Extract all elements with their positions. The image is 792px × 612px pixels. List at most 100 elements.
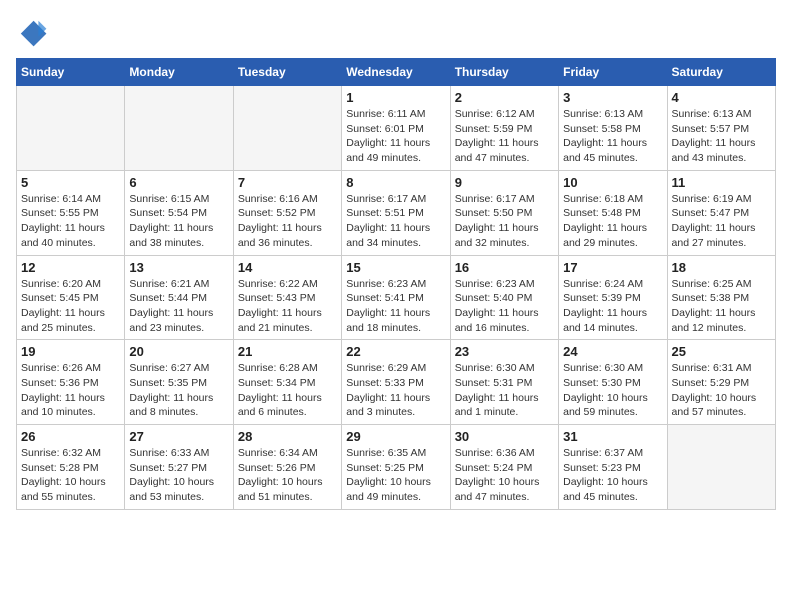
calendar-cell xyxy=(667,425,775,510)
day-number: 14 xyxy=(238,260,337,275)
day-info: Sunrise: 6:12 AM Sunset: 5:59 PM Dayligh… xyxy=(455,107,554,166)
day-number: 24 xyxy=(563,344,662,359)
day-number: 13 xyxy=(129,260,228,275)
day-number: 12 xyxy=(21,260,120,275)
day-number: 10 xyxy=(563,175,662,190)
calendar-cell: 5 Sunrise: 6:14 AM Sunset: 5:55 PM Daylig… xyxy=(17,170,125,255)
day-number: 29 xyxy=(346,429,445,444)
calendar-cell: 25Sunrise: 6:31 AM Sunset: 5:29 PM Dayli… xyxy=(667,340,775,425)
calendar-cell: 1 Sunrise: 6:11 AM Sunset: 6:01 PM Daylig… xyxy=(342,86,450,171)
calendar-week-row: 19 Sunrise: 6:26 AM Sunset: 5:36 PM Dayli… xyxy=(17,340,776,425)
calendar-cell: 10 Sunrise: 6:18 AM Sunset: 5:48 PM Dayli… xyxy=(559,170,667,255)
calendar-cell: 30 Sunrise: 6:36 AM Sunset: 5:24 PM Dayli… xyxy=(450,425,558,510)
day-number: 25 xyxy=(672,344,771,359)
day-info: Sunrise: 6:18 AM Sunset: 5:48 PM Dayligh… xyxy=(563,192,662,251)
day-number: 8 xyxy=(346,175,445,190)
day-info: Sunrise: 6:27 AM Sunset: 5:35 PM Dayligh… xyxy=(129,361,228,420)
day-number: 28 xyxy=(238,429,337,444)
calendar-cell: 12 Sunrise: 6:20 AM Sunset: 5:45 PM Dayli… xyxy=(17,255,125,340)
calendar-cell: 7 Sunrise: 6:16 AM Sunset: 5:52 PM Daylig… xyxy=(233,170,341,255)
day-info: Sunrise: 6:13 AM Sunset: 5:57 PM Dayligh… xyxy=(672,107,771,166)
page-header xyxy=(16,16,776,48)
day-info: Sunrise: 6:37 AM Sunset: 5:23 PM Dayligh… xyxy=(563,446,662,505)
weekday-header: Wednesday xyxy=(342,59,450,86)
day-info: Sunrise: 6:30 AM Sunset: 5:30 PM Dayligh… xyxy=(563,361,662,420)
weekday-header: Saturday xyxy=(667,59,775,86)
day-number: 2 xyxy=(455,90,554,105)
calendar-cell: 2 Sunrise: 6:12 AM Sunset: 5:59 PM Daylig… xyxy=(450,86,558,171)
weekday-header: Monday xyxy=(125,59,233,86)
weekday-header: Thursday xyxy=(450,59,558,86)
calendar-cell: 8 Sunrise: 6:17 AM Sunset: 5:51 PM Daylig… xyxy=(342,170,450,255)
logo xyxy=(16,16,52,48)
day-number: 31 xyxy=(563,429,662,444)
calendar-cell xyxy=(125,86,233,171)
calendar-cell: 14 Sunrise: 6:22 AM Sunset: 5:43 PM Dayli… xyxy=(233,255,341,340)
calendar-cell: 6 Sunrise: 6:15 AM Sunset: 5:54 PM Daylig… xyxy=(125,170,233,255)
calendar-cell: 3Sunrise: 6:13 AM Sunset: 5:58 PM Daylig… xyxy=(559,86,667,171)
day-number: 4 xyxy=(672,90,771,105)
day-number: 17 xyxy=(563,260,662,275)
calendar-cell: 29Sunrise: 6:35 AM Sunset: 5:25 PM Dayli… xyxy=(342,425,450,510)
day-info: Sunrise: 6:11 AM Sunset: 6:01 PM Dayligh… xyxy=(346,107,445,166)
day-number: 6 xyxy=(129,175,228,190)
day-info: Sunrise: 6:30 AM Sunset: 5:31 PM Dayligh… xyxy=(455,361,554,420)
logo-icon xyxy=(16,16,48,48)
calendar-cell: 9 Sunrise: 6:17 AM Sunset: 5:50 PM Daylig… xyxy=(450,170,558,255)
day-number: 22 xyxy=(346,344,445,359)
weekday-header-row: SundayMondayTuesdayWednesdayThursdayFrid… xyxy=(17,59,776,86)
day-number: 18 xyxy=(672,260,771,275)
day-info: Sunrise: 6:19 AM Sunset: 5:47 PM Dayligh… xyxy=(672,192,771,251)
day-number: 15 xyxy=(346,260,445,275)
day-info: Sunrise: 6:14 AM Sunset: 5:55 PM Dayligh… xyxy=(21,192,120,251)
calendar-cell: 26 Sunrise: 6:32 AM Sunset: 5:28 PM Dayli… xyxy=(17,425,125,510)
calendar-cell: 23 Sunrise: 6:30 AM Sunset: 5:31 PM Dayli… xyxy=(450,340,558,425)
day-info: Sunrise: 6:33 AM Sunset: 5:27 PM Dayligh… xyxy=(129,446,228,505)
day-info: Sunrise: 6:16 AM Sunset: 5:52 PM Dayligh… xyxy=(238,192,337,251)
day-number: 23 xyxy=(455,344,554,359)
day-info: Sunrise: 6:17 AM Sunset: 5:50 PM Dayligh… xyxy=(455,192,554,251)
calendar-cell: 21Sunrise: 6:28 AM Sunset: 5:34 PM Dayli… xyxy=(233,340,341,425)
day-number: 26 xyxy=(21,429,120,444)
calendar-cell: 16Sunrise: 6:23 AM Sunset: 5:40 PM Dayli… xyxy=(450,255,558,340)
day-number: 7 xyxy=(238,175,337,190)
day-number: 19 xyxy=(21,344,120,359)
day-info: Sunrise: 6:26 AM Sunset: 5:36 PM Dayligh… xyxy=(21,361,120,420)
day-info: Sunrise: 6:17 AM Sunset: 5:51 PM Dayligh… xyxy=(346,192,445,251)
calendar-cell: 24 Sunrise: 6:30 AM Sunset: 5:30 PM Dayli… xyxy=(559,340,667,425)
calendar-cell: 17Sunrise: 6:24 AM Sunset: 5:39 PM Dayli… xyxy=(559,255,667,340)
day-number: 9 xyxy=(455,175,554,190)
day-info: Sunrise: 6:21 AM Sunset: 5:44 PM Dayligh… xyxy=(129,277,228,336)
calendar-cell: 4 Sunrise: 6:13 AM Sunset: 5:57 PM Daylig… xyxy=(667,86,775,171)
calendar-week-row: 5 Sunrise: 6:14 AM Sunset: 5:55 PM Daylig… xyxy=(17,170,776,255)
day-number: 27 xyxy=(129,429,228,444)
day-number: 21 xyxy=(238,344,337,359)
day-number: 20 xyxy=(129,344,228,359)
calendar-cell xyxy=(233,86,341,171)
day-info: Sunrise: 6:36 AM Sunset: 5:24 PM Dayligh… xyxy=(455,446,554,505)
day-info: Sunrise: 6:20 AM Sunset: 5:45 PM Dayligh… xyxy=(21,277,120,336)
calendar-cell: 19 Sunrise: 6:26 AM Sunset: 5:36 PM Dayli… xyxy=(17,340,125,425)
weekday-header: Friday xyxy=(559,59,667,86)
calendar-week-row: 26 Sunrise: 6:32 AM Sunset: 5:28 PM Dayli… xyxy=(17,425,776,510)
calendar-cell: 22 Sunrise: 6:29 AM Sunset: 5:33 PM Dayli… xyxy=(342,340,450,425)
day-info: Sunrise: 6:22 AM Sunset: 5:43 PM Dayligh… xyxy=(238,277,337,336)
day-info: Sunrise: 6:29 AM Sunset: 5:33 PM Dayligh… xyxy=(346,361,445,420)
calendar-cell: 20 Sunrise: 6:27 AM Sunset: 5:35 PM Dayli… xyxy=(125,340,233,425)
calendar-cell: 31 Sunrise: 6:37 AM Sunset: 5:23 PM Dayli… xyxy=(559,425,667,510)
day-info: Sunrise: 6:15 AM Sunset: 5:54 PM Dayligh… xyxy=(129,192,228,251)
day-number: 5 xyxy=(21,175,120,190)
day-info: Sunrise: 6:23 AM Sunset: 5:41 PM Dayligh… xyxy=(346,277,445,336)
day-info: Sunrise: 6:23 AM Sunset: 5:40 PM Dayligh… xyxy=(455,277,554,336)
day-info: Sunrise: 6:32 AM Sunset: 5:28 PM Dayligh… xyxy=(21,446,120,505)
day-number: 1 xyxy=(346,90,445,105)
calendar-cell: 18 Sunrise: 6:25 AM Sunset: 5:38 PM Dayli… xyxy=(667,255,775,340)
calendar-cell: 11Sunrise: 6:19 AM Sunset: 5:47 PM Dayli… xyxy=(667,170,775,255)
weekday-header: Tuesday xyxy=(233,59,341,86)
day-info: Sunrise: 6:25 AM Sunset: 5:38 PM Dayligh… xyxy=(672,277,771,336)
calendar-week-row: 12 Sunrise: 6:20 AM Sunset: 5:45 PM Dayli… xyxy=(17,255,776,340)
day-number: 3 xyxy=(563,90,662,105)
calendar-cell: 15 Sunrise: 6:23 AM Sunset: 5:41 PM Dayli… xyxy=(342,255,450,340)
day-number: 30 xyxy=(455,429,554,444)
calendar-table: SundayMondayTuesdayWednesdayThursdayFrid… xyxy=(16,58,776,510)
